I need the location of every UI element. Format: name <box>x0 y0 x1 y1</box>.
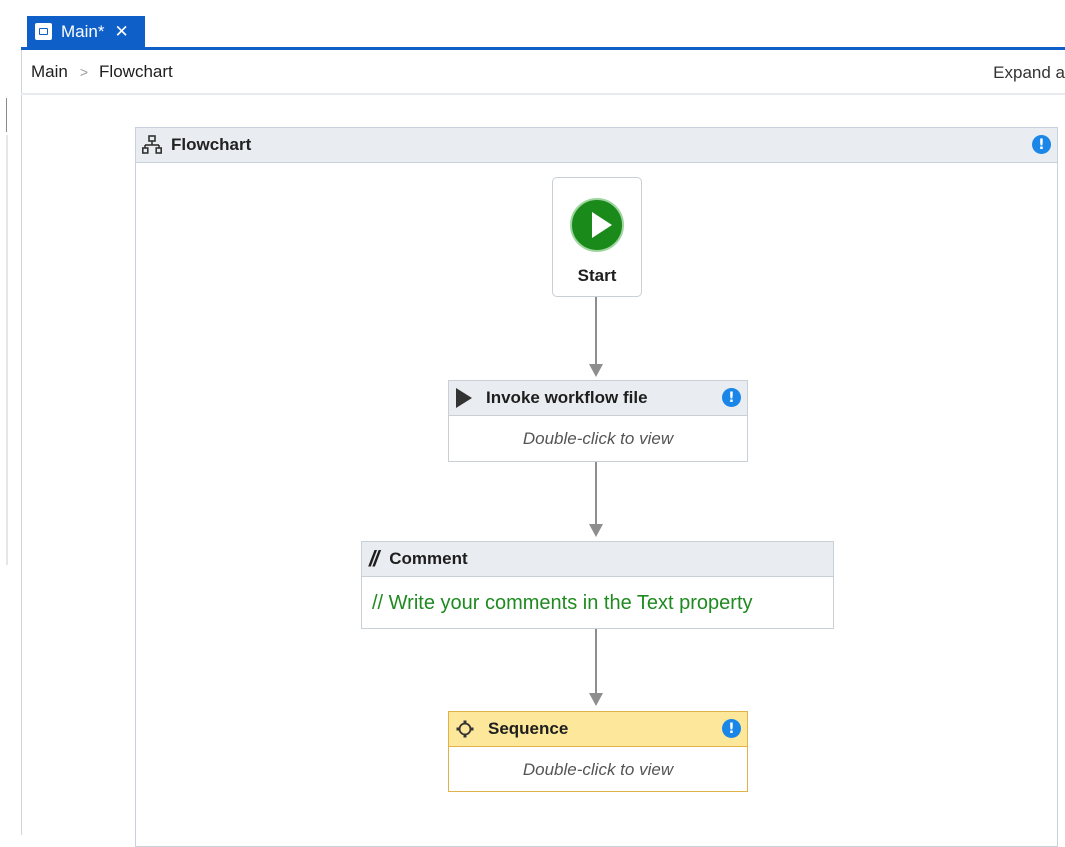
sequence-body[interactable]: Double-click to view <box>449 747 747 792</box>
flowchart-header[interactable]: Flowchart ! <box>136 128 1057 163</box>
expand-all-link[interactable]: Expand a <box>993 63 1065 83</box>
gutter-marker <box>6 98 11 132</box>
comment-header[interactable]: // Comment <box>362 542 833 577</box>
connector-arrow <box>589 693 603 706</box>
breadcrumb-item-flowchart[interactable]: Flowchart <box>99 62 173 82</box>
connector-arrow <box>589 364 603 377</box>
close-icon[interactable]: ✕ <box>114 22 128 42</box>
info-icon[interactable]: ! <box>722 388 741 407</box>
connector-line <box>595 297 597 365</box>
sequence-activity[interactable]: Sequence ! Double-click to view <box>448 711 748 792</box>
comment-title: Comment <box>389 549 468 568</box>
workflow-file-icon <box>35 23 52 40</box>
info-icon[interactable]: ! <box>722 719 741 738</box>
invoke-arrow-icon <box>456 388 472 408</box>
sequence-header[interactable]: Sequence ! <box>449 712 747 747</box>
comment-activity[interactable]: // Comment // Write your comments in the… <box>361 541 834 629</box>
invoke-workflow-header[interactable]: Invoke workflow file ! <box>449 381 747 416</box>
connector-line <box>595 629 597 695</box>
flowchart-title: Flowchart <box>171 135 252 154</box>
flowchart-icon <box>142 135 162 154</box>
sequence-title: Sequence <box>488 719 569 738</box>
tab-main[interactable]: Main* ✕ <box>27 16 145 47</box>
invoke-workflow-activity[interactable]: Invoke workflow file ! Double-click to v… <box>448 380 748 462</box>
start-label: Start <box>577 266 617 285</box>
document-tab-bar: Main* ✕ <box>21 0 1065 50</box>
sequence-icon <box>456 720 474 738</box>
connector-line <box>595 462 597 526</box>
tab-label: Main* <box>61 21 105 41</box>
flowchart-container[interactable]: Flowchart ! Start Invoke workflow file !… <box>135 127 1058 847</box>
comment-text[interactable]: // Write your comments in the Text prope… <box>362 577 833 629</box>
left-gutter <box>0 0 22 835</box>
invoke-workflow-title: Invoke workflow file <box>486 388 648 407</box>
comment-icon: // <box>369 546 379 571</box>
breadcrumb: Main > Flowchart Expand a <box>21 50 1065 95</box>
start-node[interactable]: Start <box>552 177 642 297</box>
info-icon[interactable]: ! <box>1032 135 1051 154</box>
breadcrumb-separator: > <box>79 63 89 80</box>
invoke-workflow-body[interactable]: Double-click to view <box>449 416 747 462</box>
connector-arrow <box>589 524 603 537</box>
gutter-scroll-track <box>6 135 8 565</box>
breadcrumb-item-main[interactable]: Main <box>31 62 68 82</box>
start-play-icon <box>570 198 624 252</box>
